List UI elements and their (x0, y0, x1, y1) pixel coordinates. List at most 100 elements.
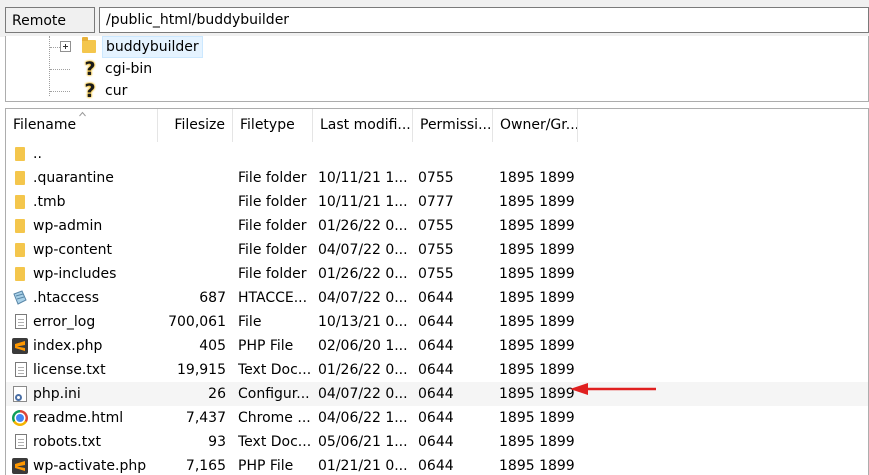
column-header-filesize[interactable]: Filesize (158, 109, 233, 142)
column-header-last-modified[interactable]: Last modifi... (313, 109, 413, 142)
file-owner-group: 1895 1899 (499, 338, 575, 354)
file-name: error_log (33, 314, 96, 330)
file-modified: 10/11/21 1... (318, 170, 408, 186)
column-header-owner-group[interactable]: Owner/Gr... (493, 109, 578, 142)
tree-connector (50, 91, 70, 92)
file-modified: 04/06/22 1... (318, 410, 408, 426)
column-header-permissions[interactable]: Permissi... (413, 109, 493, 142)
column-header-filetype[interactable]: Filetype (233, 109, 313, 142)
file-owner-group: 1895 1899 (499, 218, 575, 234)
tree-item-label: buddybuilder (102, 36, 203, 58)
file-type: Configur... (238, 386, 310, 402)
file-name: wp-content (33, 242, 112, 258)
file-name: index.php (33, 338, 103, 354)
file-row[interactable]: error_log 700,061 File 10/13/21 0... 0644 189… (6, 310, 868, 334)
file-type: Text Doc... (238, 362, 312, 378)
file-permissions: 0644 (418, 362, 454, 378)
file-size: 7,437 (185, 410, 226, 426)
file-row[interactable]: wp-content File folder 04/07/22 0... 0755 18… (6, 238, 868, 262)
file-name: wp-admin (33, 218, 103, 234)
folder-icon (15, 267, 25, 281)
file-row[interactable]: wp-activate.php 7,165 PHP File 01/21/21 0..… (6, 454, 868, 475)
file-row[interactable]: .. (6, 142, 868, 166)
file-permissions (418, 142, 492, 166)
file-size: 7,165 (185, 458, 226, 474)
file-modified: 04/07/22 0... (318, 386, 408, 402)
file-name: .tmb (33, 194, 66, 210)
file-type: File folder (238, 170, 307, 186)
file-name: wp-includes (33, 266, 117, 282)
file-modified: 05/06/21 1... (318, 434, 408, 450)
file-size: 700,061 (168, 314, 226, 330)
file-type: File (238, 314, 262, 330)
unknown-folder-icon: ? (84, 80, 96, 102)
annotation-arrow-icon (570, 383, 656, 395)
column-header-filename[interactable]: Filename (6, 109, 158, 142)
file-name: .quarantine (33, 170, 114, 186)
file-owner-group: 1895 1899 (499, 410, 575, 426)
file-row[interactable]: robots.txt 93 Text Doc... 05/06/21 1... 0644… (6, 430, 868, 454)
file-size (158, 214, 226, 238)
file-size: 93 (208, 434, 226, 450)
file-type: PHP File (238, 458, 294, 474)
file-type: PHP File (238, 338, 294, 354)
file-modified: 02/06/20 1... (318, 338, 408, 354)
file-modified: 01/21/21 0... (318, 458, 408, 474)
file-type: File folder (238, 218, 307, 234)
file-name: wp-activate.php (33, 458, 147, 474)
file-row[interactable]: .tmb File folder 10/11/21 1... 0777 1895 189… (6, 190, 868, 214)
file-permissions: 0755 (418, 218, 454, 234)
file-row[interactable]: .quarantine File folder 10/11/21 1... 0755 1… (6, 166, 868, 190)
file-modified: 01/26/22 0... (318, 362, 408, 378)
htaccess-icon (12, 290, 28, 306)
sublime-text-icon (12, 338, 28, 354)
tree-item-cur[interactable]: ? cur (6, 80, 306, 102)
file-size: 405 (199, 338, 226, 354)
file-row[interactable]: wp-admin File folder 01/26/22 0... 0755 1895… (6, 214, 868, 238)
file-type: File folder (238, 242, 307, 258)
file-type: File folder (238, 194, 307, 210)
file-modified (318, 142, 412, 166)
tree-item-buddybuilder[interactable]: buddybuilder (6, 36, 306, 58)
config-file-icon (13, 386, 27, 402)
file-owner-group: 1895 1899 (499, 290, 575, 306)
file-name: php.ini (33, 386, 81, 402)
file-row[interactable]: php.ini 26 Configur... 04/07/22 0... 0644 189… (6, 382, 868, 406)
file-size (158, 142, 226, 166)
file-permissions: 0755 (418, 170, 454, 186)
file-row[interactable]: index.php 405 PHP File 02/06/20 1... 0644 189… (6, 334, 868, 358)
file-row[interactable]: .htaccess 687 HTACCE... 04/07/22 0... 0644 18… (6, 286, 868, 310)
file-name: .htaccess (33, 290, 99, 306)
file-permissions: 0644 (418, 458, 454, 474)
file-row[interactable]: license.txt 19,915 Text Doc... 01/26/22 0..… (6, 358, 868, 382)
remote-file-list[interactable]: Filename Filesize Filetype Last modifi..… (5, 108, 869, 475)
file-owner-group: 1895 1899 (499, 362, 575, 378)
document-icon (15, 434, 27, 449)
file-modified: 04/07/22 0... (318, 242, 408, 258)
file-type: File folder (238, 266, 307, 282)
file-owner-group: 1895 1899 (499, 386, 575, 402)
file-size (158, 262, 226, 286)
file-owner-group: 1895 1899 (499, 314, 575, 330)
file-modified: 01/26/22 0... (318, 266, 408, 282)
file-owner-group: 1895 1899 (499, 458, 575, 474)
file-permissions: 0755 (418, 266, 454, 282)
file-modified: 10/11/21 1... (318, 194, 408, 210)
file-type: HTACCE... (238, 290, 308, 306)
tree-item-cgi-bin[interactable]: ? cgi-bin (6, 58, 306, 80)
file-size (158, 238, 226, 262)
file-owner-group: 1895 1899 (499, 194, 575, 210)
file-permissions: 0644 (418, 314, 454, 330)
remote-path-input[interactable]: /public_html/buddybuilder (99, 7, 869, 33)
file-name: license.txt (33, 362, 106, 378)
file-row[interactable]: readme.html 7,437 Chrome ... 04/06/22 1... 0… (6, 406, 868, 430)
document-icon (15, 362, 27, 377)
file-row[interactable]: wp-includes File folder 01/26/22 0... 0755 1… (6, 262, 868, 286)
tree-item-label: cur (105, 83, 128, 99)
remote-directory-tree[interactable]: buddybuilder ? cgi-bin ? cur (5, 36, 869, 102)
document-icon (15, 314, 27, 329)
file-modified: 10/13/21 0... (318, 314, 408, 330)
expand-icon[interactable] (60, 41, 71, 52)
folder-icon (82, 37, 98, 55)
file-owner-group: 1895 1899 (499, 266, 575, 282)
